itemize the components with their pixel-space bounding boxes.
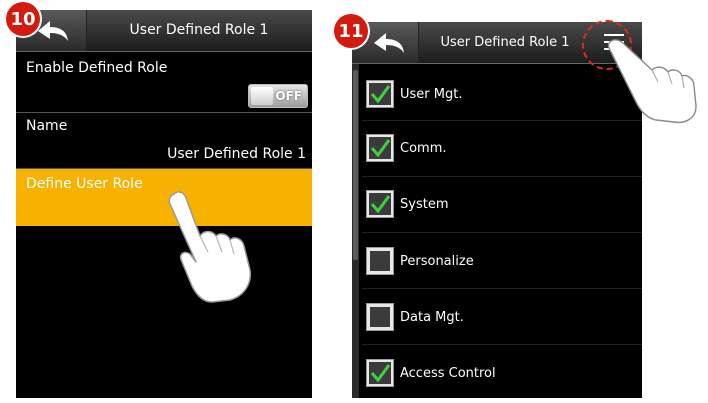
role-item-data-mgt[interactable]: Data Mgt. bbox=[366, 303, 626, 335]
device-screen-step-11: User Defined Role 1 User Mgt. Comm. Syst… bbox=[352, 22, 642, 398]
name-value[interactable]: User Defined Role 1 bbox=[167, 146, 306, 162]
role-item-system[interactable]: System bbox=[366, 190, 626, 222]
scrollbar-thumb[interactable] bbox=[353, 70, 358, 260]
enable-role-label: Enable Defined Role bbox=[26, 60, 168, 76]
checkbox-unchecked[interactable] bbox=[366, 303, 394, 331]
enable-role-toggle[interactable]: OFF bbox=[248, 84, 308, 108]
scrollbar[interactable] bbox=[352, 64, 359, 398]
role-item-label: System bbox=[400, 197, 449, 212]
divider bbox=[362, 344, 642, 345]
back-arrow-icon bbox=[38, 21, 68, 41]
pointing-hand-icon bbox=[168, 191, 252, 303]
divider bbox=[362, 288, 642, 289]
device-screen-step-10: User Defined Role 1 Enable Defined Role … bbox=[16, 10, 312, 398]
role-item-label: User Mgt. bbox=[400, 87, 463, 102]
screen-title: User Defined Role 1 bbox=[440, 35, 570, 50]
checkbox-checked[interactable] bbox=[366, 80, 394, 108]
name-label: Name bbox=[26, 118, 68, 134]
role-item-personalize[interactable]: Personalize bbox=[366, 247, 626, 279]
step-badge-11: 11 bbox=[334, 14, 368, 48]
checkbox-checked[interactable] bbox=[366, 359, 394, 387]
define-user-role-label: Define User Role bbox=[26, 176, 143, 192]
checkbox-unchecked[interactable] bbox=[366, 247, 394, 275]
check-icon bbox=[369, 193, 391, 215]
checkbox-checked[interactable] bbox=[366, 190, 394, 218]
divider bbox=[362, 120, 642, 121]
checkbox-checked[interactable] bbox=[366, 134, 394, 162]
check-icon bbox=[369, 83, 391, 105]
check-icon bbox=[369, 137, 391, 159]
divider bbox=[362, 232, 642, 233]
role-item-user-mgt[interactable]: User Mgt. bbox=[366, 80, 626, 112]
check-icon bbox=[369, 362, 391, 384]
screen-title: User Defined Role 1 bbox=[129, 22, 269, 38]
pointing-hand-icon bbox=[607, 39, 697, 124]
role-item-label: Comm. bbox=[400, 141, 447, 156]
role-item-label: Access Control bbox=[400, 366, 496, 381]
toggle-state-text: OFF bbox=[275, 89, 302, 103]
role-item-label: Personalize bbox=[400, 254, 474, 269]
role-item-label: Data Mgt. bbox=[400, 310, 464, 325]
divider bbox=[362, 176, 642, 177]
back-arrow-icon bbox=[374, 33, 404, 53]
divider bbox=[16, 112, 312, 113]
toggle-knob bbox=[251, 87, 273, 105]
role-item-comm[interactable]: Comm. bbox=[366, 134, 626, 166]
role-item-access-control[interactable]: Access Control bbox=[366, 359, 626, 391]
step-badge-10: 10 bbox=[6, 2, 40, 36]
screen-header: User Defined Role 1 bbox=[16, 10, 312, 52]
